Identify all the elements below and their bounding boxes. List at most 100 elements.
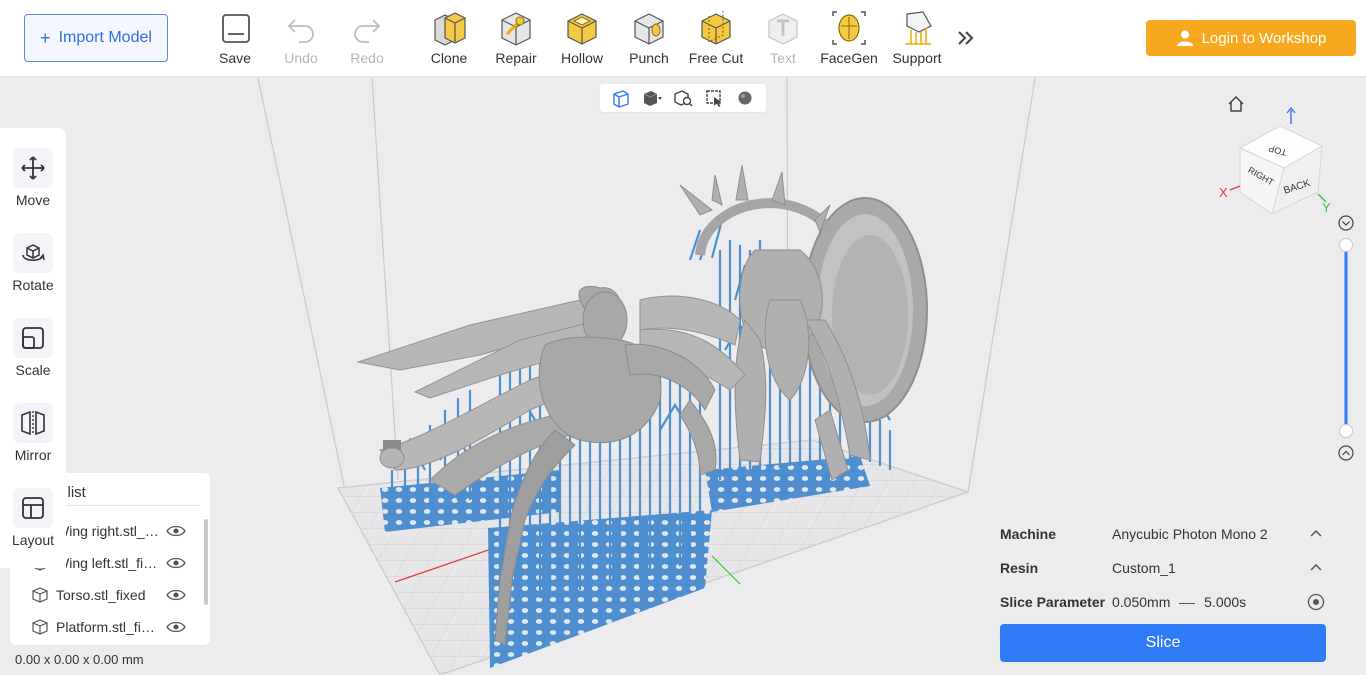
settings-gear-icon[interactable] bbox=[1306, 592, 1326, 612]
slice-parameter-row[interactable]: Slice Parameter 0.050mm 5.000s bbox=[1000, 588, 1326, 616]
undo-icon bbox=[287, 19, 314, 43]
free-cut-icon bbox=[701, 11, 731, 45]
support-button[interactable]: Support bbox=[884, 8, 950, 72]
axis-x-label: X bbox=[1219, 185, 1228, 200]
punch-icon bbox=[634, 13, 664, 45]
object-list-item[interactable]: Platform.stl_fixed bbox=[10, 613, 204, 641]
hollow-icon bbox=[567, 13, 597, 45]
scale-label: Scale bbox=[15, 362, 51, 378]
layer-slider[interactable] bbox=[1336, 214, 1356, 464]
free-cut-button[interactable]: Free Cut bbox=[683, 8, 749, 72]
axis-y-label: Y bbox=[1322, 200, 1331, 214]
layout-label: Layout bbox=[11, 532, 55, 548]
exposure-value: 5.000s bbox=[1204, 594, 1247, 610]
move-tool[interactable]: Move bbox=[0, 148, 66, 218]
repair-icon bbox=[501, 12, 531, 46]
chevron-up-icon[interactable] bbox=[1306, 524, 1326, 544]
visibility-eye-icon[interactable] bbox=[166, 524, 186, 538]
import-model-label: Import Model bbox=[58, 29, 152, 46]
slice-parameter-value: 0.050mm 5.000s bbox=[1112, 594, 1306, 610]
free-cut-label: Free Cut bbox=[688, 50, 744, 66]
small-flask-model bbox=[379, 440, 405, 469]
cube-icon bbox=[32, 587, 48, 603]
mirror-icon bbox=[21, 410, 45, 436]
resin-row[interactable]: Resin Custom_1 bbox=[1000, 554, 1326, 582]
view-mode-toolbar bbox=[600, 84, 766, 112]
mirror-tool[interactable]: Mirror bbox=[0, 403, 66, 473]
punch-label: Punch bbox=[629, 50, 669, 66]
machine-value: Anycubic Photon Mono 2 bbox=[1112, 526, 1268, 542]
support-label: Support bbox=[892, 50, 942, 66]
rotate-label: Rotate bbox=[12, 277, 54, 293]
save-label: Save bbox=[219, 50, 251, 66]
chevron-up-icon[interactable] bbox=[1306, 558, 1326, 578]
undo-label: Undo bbox=[284, 50, 318, 66]
move-label: Move bbox=[15, 192, 51, 208]
text-button[interactable]: Text bbox=[750, 8, 816, 72]
rotate-icon bbox=[22, 244, 45, 261]
zoom-fit-icon[interactable] bbox=[672, 88, 694, 108]
slice-label: Slice bbox=[1145, 634, 1181, 651]
text-label: Text bbox=[770, 50, 796, 66]
import-model-button[interactable]: + Import Model bbox=[24, 14, 168, 62]
layer-height-value: 0.050mm bbox=[1112, 594, 1171, 610]
facegen-button[interactable]: FaceGen bbox=[816, 8, 882, 72]
layout-tool-overlay[interactable]: Layout bbox=[0, 488, 66, 558]
hollow-label: Hollow bbox=[560, 50, 603, 66]
login-to-workshop-button[interactable]: Login to Workshop bbox=[1146, 20, 1356, 56]
rotate-tool[interactable]: Rotate bbox=[0, 233, 66, 303]
separator-dash bbox=[1179, 602, 1196, 604]
move-icon bbox=[21, 156, 45, 180]
login-label: Login to Workshop bbox=[1201, 29, 1327, 47]
slice-button[interactable]: Slice bbox=[1000, 624, 1326, 662]
punch-button[interactable]: Punch bbox=[616, 8, 682, 72]
visibility-eye-icon[interactable] bbox=[166, 620, 186, 634]
facegen-icon bbox=[832, 11, 866, 45]
clone-button[interactable]: Clone bbox=[416, 8, 482, 72]
clone-icon bbox=[434, 12, 466, 46]
undo-button[interactable]: Undo bbox=[268, 8, 334, 72]
slider-top-handle[interactable] bbox=[1339, 238, 1353, 252]
mirror-label: Mirror bbox=[14, 447, 52, 463]
select-box-icon[interactable] bbox=[703, 88, 725, 108]
resin-label: Resin bbox=[1000, 560, 1039, 576]
repair-label: Repair bbox=[495, 50, 537, 66]
redo-button[interactable]: Redo bbox=[334, 8, 400, 72]
object-list-item[interactable]: Torso.stl_fixed bbox=[10, 581, 204, 609]
redo-icon bbox=[354, 19, 381, 43]
plus-icon: + bbox=[40, 28, 51, 48]
navigation-cube[interactable]: TOP RIGHT BACK X Y bbox=[1216, 104, 1346, 214]
object-name: Torso.stl_fixed bbox=[56, 587, 146, 603]
cube-icon bbox=[32, 619, 48, 635]
top-toolbar: + Import Model Save Undo Redo Clone Repa… bbox=[0, 0, 1366, 77]
more-tools-chevron-icon[interactable] bbox=[954, 24, 978, 52]
visibility-eye-icon[interactable] bbox=[166, 588, 186, 602]
hollow-button[interactable]: Hollow bbox=[549, 8, 615, 72]
resin-value: Custom_1 bbox=[1112, 560, 1176, 576]
perspective-cube-icon[interactable] bbox=[610, 88, 632, 108]
slider-bottom-handle[interactable] bbox=[1339, 424, 1353, 438]
visibility-eye-icon[interactable] bbox=[166, 556, 186, 570]
layout-icon bbox=[22, 497, 44, 519]
save-button[interactable]: Save bbox=[202, 8, 268, 72]
support-icon bbox=[905, 11, 932, 45]
clone-label: Clone bbox=[430, 50, 468, 66]
machine-row[interactable]: Machine Anycubic Photon Mono 2 bbox=[1000, 520, 1326, 548]
repair-button[interactable]: Repair bbox=[483, 8, 549, 72]
object-name: Platform.stl_fixed bbox=[56, 619, 160, 635]
slice-parameter-label: Slice Parameter bbox=[1000, 594, 1106, 610]
facegen-label: FaceGen bbox=[820, 50, 878, 66]
material-sphere-icon[interactable] bbox=[734, 88, 756, 108]
scale-icon bbox=[22, 327, 44, 349]
object-name: Wing left.stl_fixed bbox=[56, 555, 160, 571]
user-icon bbox=[1176, 30, 1193, 46]
solid-view-dropdown-icon[interactable] bbox=[641, 88, 663, 108]
slider-down-chevron-icon[interactable] bbox=[1338, 445, 1354, 461]
machine-label: Machine bbox=[1000, 526, 1057, 542]
redo-label: Redo bbox=[350, 50, 384, 66]
object-list-scrollbar[interactable] bbox=[204, 519, 208, 605]
text-icon bbox=[768, 13, 798, 45]
scale-tool[interactable]: Scale bbox=[0, 318, 66, 388]
slider-up-chevron-icon[interactable] bbox=[1338, 215, 1354, 231]
save-icon bbox=[222, 14, 250, 43]
